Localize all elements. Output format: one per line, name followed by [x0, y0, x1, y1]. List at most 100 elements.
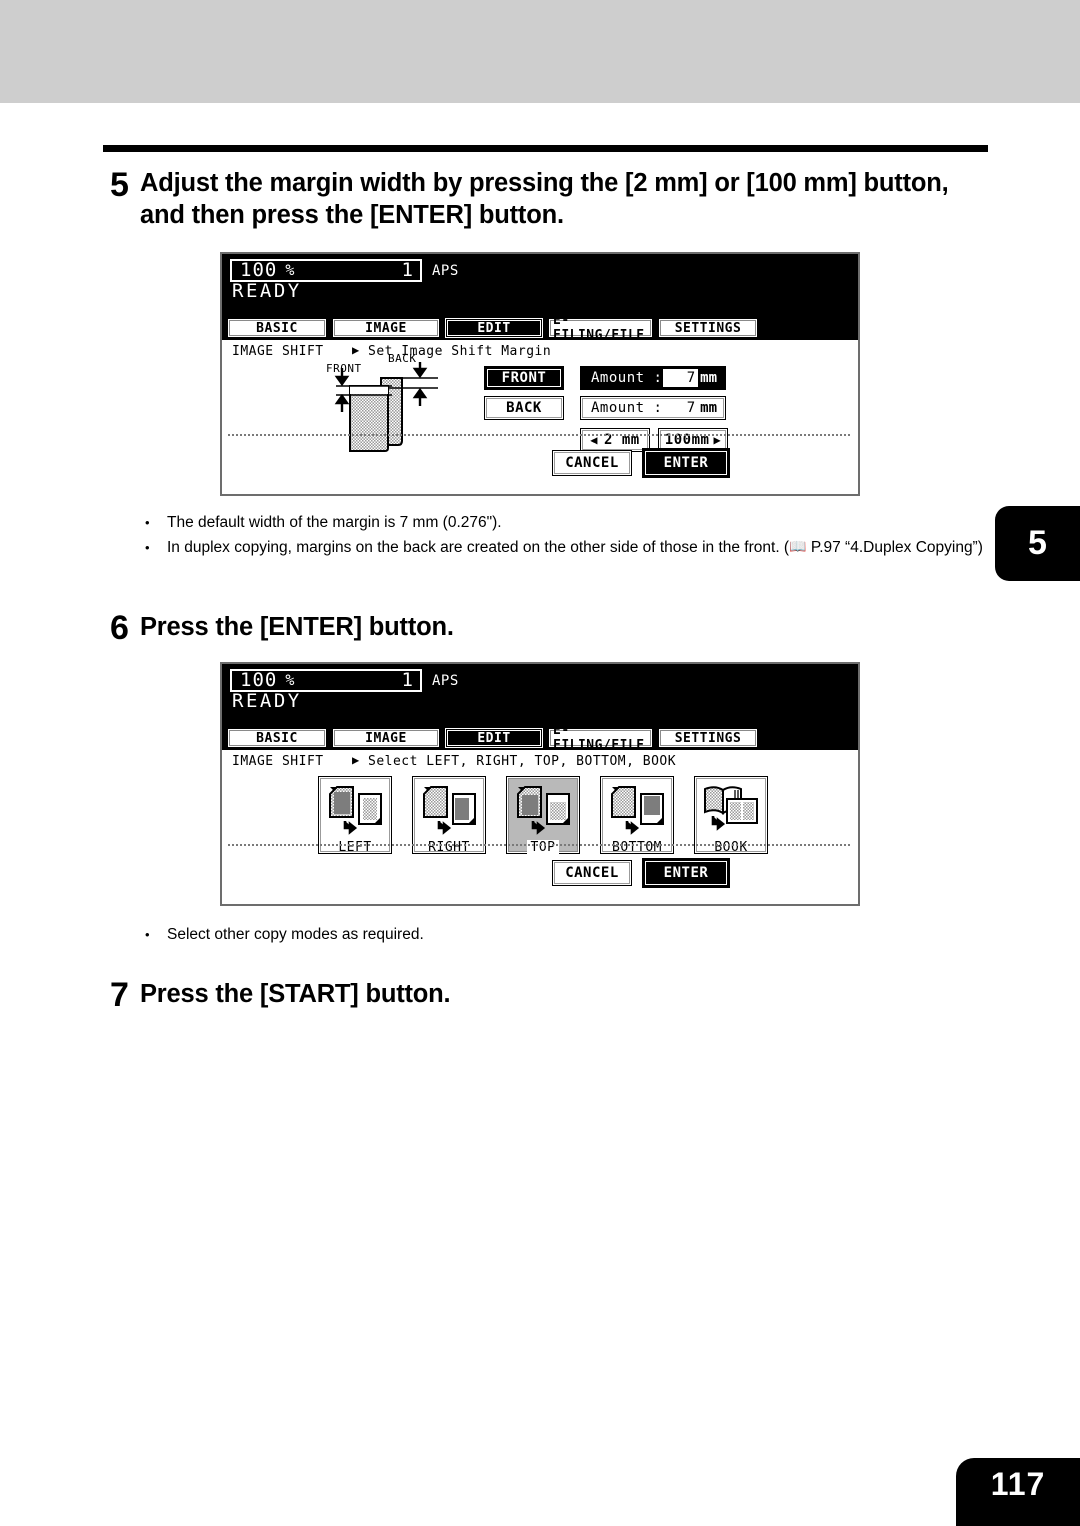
bullet-icon: •	[145, 540, 150, 555]
step-7: 7 Press the [START] button.	[110, 976, 710, 1014]
lcd2-tab-settings[interactable]: SETTINGS	[658, 728, 758, 748]
lcd2-mode-left-label: LEFT	[338, 840, 372, 855]
page-number: 117	[990, 1466, 1046, 1502]
step-5-text: Adjust the margin width by pressing the …	[140, 167, 949, 231]
lcd1-amount-back-label: Amount :	[591, 400, 663, 416]
shift-right-icon	[419, 783, 479, 839]
lcd1-front-button[interactable]: FRONT	[484, 366, 564, 390]
lcd-panel-margin-setting: 100 % 1 APS READY BASIC IMAGE EDIT E-FIL…	[220, 252, 860, 496]
lcd1-copies-count: 1	[401, 259, 413, 281]
lcd2-mode-left-button[interactable]: LEFT	[318, 776, 392, 855]
header-band	[0, 0, 1080, 103]
lcd1-tab-efiling-file[interactable]: E-FILING/FILE	[548, 313, 653, 343]
lcd1-ratio-value: 100	[240, 259, 278, 281]
step-5-line2: and then press the [ENTER] button.	[140, 201, 564, 229]
lcd2-tab-image[interactable]: IMAGE	[332, 728, 440, 748]
lcd1-cancel-button[interactable]: CANCEL	[552, 450, 632, 476]
note-text: The default width of the margin is 7 mm …	[167, 514, 502, 531]
lcd2-mode-right-button[interactable]: RIGHT	[412, 776, 486, 855]
lcd2-status-header: 100 % 1 APS READY BASIC IMAGE EDIT E-FIL…	[222, 664, 858, 753]
lcd1-tab-settings[interactable]: SETTINGS	[658, 318, 758, 338]
lcd2-mode-book-button[interactable]: BOOK	[694, 776, 768, 855]
lcd2-paper-mode: APS	[432, 673, 459, 689]
note-item: • The default width of the margin is 7 m…	[145, 510, 990, 535]
lcd2-copies-count: 1	[401, 669, 413, 691]
lcd1-tab-row: BASIC IMAGE EDIT E-FILING/FILE SETTINGS	[222, 313, 858, 343]
step-5-line1: Adjust the margin width by pressing the …	[140, 169, 949, 197]
note-text-after: P.97 “4.Duplex Copying”)	[806, 539, 983, 556]
lcd1-state: READY	[232, 280, 302, 302]
lcd2-mode-bottom-label: BOTTOM	[612, 840, 662, 855]
lcd1-amount-front-value: 7	[662, 369, 699, 387]
step-7-number: 7	[110, 976, 129, 1014]
shift-left-icon	[325, 783, 385, 839]
step-5: 5 Adjust the margin width by pressing th…	[110, 167, 990, 231]
lcd1-tab-image[interactable]: IMAGE	[332, 318, 440, 338]
step-6-number: 6	[110, 609, 129, 647]
bullet-icon: •	[145, 927, 150, 942]
lcd2-state: READY	[232, 690, 302, 712]
lcd1-enter-button[interactable]: ENTER	[642, 448, 730, 478]
note-item: • Select other copy modes as required.	[145, 922, 745, 947]
lcd1-tab-basic[interactable]: BASIC	[227, 318, 327, 338]
lcd1-tab-edit[interactable]: EDIT	[445, 318, 543, 338]
lcd1-paper-mode: APS	[432, 263, 459, 279]
lcd2-tab-efiling-file[interactable]: E-FILING/FILE	[548, 723, 653, 753]
breadcrumb-arrow-icon: ▶	[352, 753, 360, 767]
section-rule	[103, 145, 988, 152]
lcd2-mode-top-label: TOP	[526, 840, 560, 855]
shift-book-icon	[701, 783, 761, 839]
lcd2-ratio-box: 100 % 1	[230, 669, 422, 692]
lcd1-amount-front-unit: mm	[700, 370, 717, 386]
note-text: In duplex copying, margins on the back a…	[167, 535, 990, 560]
lcd1-percent-symbol: %	[285, 261, 295, 279]
page-number-tab: 117	[956, 1458, 1080, 1526]
bullet-icon: •	[145, 515, 150, 530]
diagram-label-front: FRONT	[326, 362, 362, 375]
lcd1-amount-back-unit: mm	[700, 400, 717, 416]
lcd1-status-header: 100 % 1 APS READY BASIC IMAGE EDIT E-FIL…	[222, 254, 858, 343]
shift-bottom-icon	[607, 783, 667, 839]
step-7-text: Press the [START] button.	[140, 980, 451, 1008]
step-6-text: Press the [ENTER] button.	[140, 613, 454, 641]
lcd-panel-shift-direction: 100 % 1 APS READY BASIC IMAGE EDIT E-FIL…	[220, 662, 860, 906]
lcd1-body: IMAGE SHIFT ▶ Set Image Shift Margin FRO…	[222, 340, 858, 492]
notes-group-1: • The default width of the margin is 7 m…	[145, 510, 990, 560]
lcd2-mode-right-label: RIGHT	[428, 840, 470, 855]
lcd1-margin-diagram: FRONT BACK	[326, 352, 446, 454]
step-5-number: 5	[110, 166, 129, 204]
lcd2-mode-book-label: BOOK	[714, 840, 748, 855]
lcd2-breadcrumb: IMAGE SHIFT	[232, 754, 324, 769]
lcd1-footer-separator	[228, 434, 852, 436]
note-text: Select other copy modes as required.	[167, 926, 424, 943]
lcd2-percent-symbol: %	[285, 671, 295, 689]
book-icon: 📖	[789, 538, 807, 554]
diagram-label-back: BACK	[388, 352, 417, 365]
chapter-tab: 5	[995, 506, 1080, 581]
lcd2-tab-edit[interactable]: EDIT	[445, 728, 543, 748]
step-6: 6 Press the [ENTER] button.	[110, 609, 710, 647]
lcd1-ratio-box: 100 % 1	[230, 259, 422, 282]
lcd2-cancel-button[interactable]: CANCEL	[552, 860, 632, 886]
lcd1-amount-front-label: Amount :	[591, 370, 663, 386]
lcd2-tab-basic[interactable]: BASIC	[227, 728, 327, 748]
shift-top-icon	[513, 783, 573, 839]
lcd2-ratio-value: 100	[240, 669, 278, 691]
chapter-tab-number: 5	[1028, 524, 1047, 562]
lcd2-breadcrumb-sub: Select LEFT, RIGHT, TOP, BOTTOM, BOOK	[368, 754, 677, 769]
lcd1-back-button[interactable]: BACK	[484, 396, 564, 420]
lcd2-mode-bottom-button[interactable]: BOTTOM	[600, 776, 674, 855]
lcd1-amount-back-field[interactable]: Amount : 7 mm	[580, 396, 726, 420]
breadcrumb-arrow-icon: ▶	[352, 343, 360, 357]
lcd1-amount-back-value: 7	[686, 400, 696, 416]
diagram-graphic	[334, 361, 438, 452]
lcd2-mode-top-button[interactable]: TOP	[506, 776, 580, 855]
lcd1-breadcrumb: IMAGE SHIFT	[232, 344, 324, 359]
lcd2-footer-separator	[228, 844, 852, 846]
lcd2-body: IMAGE SHIFT ▶ Select LEFT, RIGHT, TOP, B…	[222, 750, 858, 902]
lcd1-stepper-2mm-button[interactable]: ◀ 2 mm	[580, 428, 650, 452]
lcd2-enter-button[interactable]: ENTER	[642, 858, 730, 888]
note-item: • In duplex copying, margins on the back…	[145, 535, 990, 560]
lcd1-amount-front-field[interactable]: Amount : 7 mm	[580, 366, 726, 390]
notes-group-2: • Select other copy modes as required.	[145, 922, 745, 947]
